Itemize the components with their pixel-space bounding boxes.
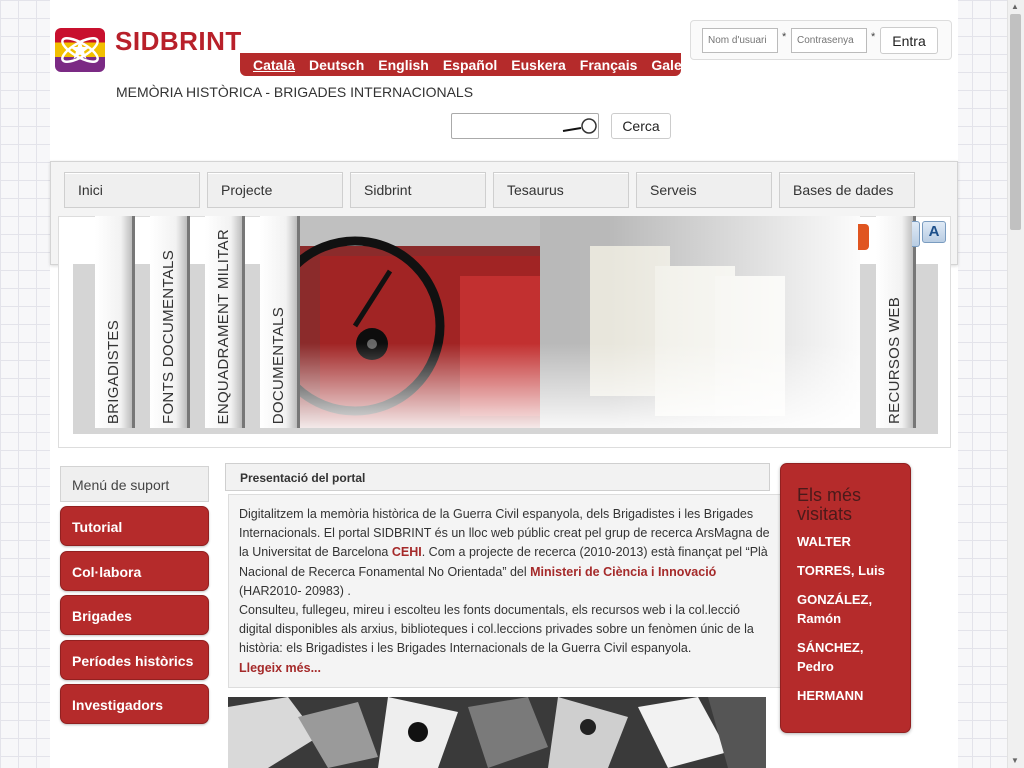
banner-photo — [300, 216, 860, 428]
tab-inici[interactable]: Inici — [64, 172, 200, 208]
most-visited-title: Els més visitats — [797, 485, 862, 524]
sidbrint-logo[interactable] — [55, 28, 105, 72]
banner-tab-documentals[interactable]: DOCUMENTALS — [260, 216, 300, 428]
cehi-link[interactable]: CEHI — [392, 545, 422, 559]
most-visited-panel: Els més visitats WALTER TORRES, Luis GON… — [780, 463, 911, 733]
site-subtitle: MEMÒRIA HISTÒRICA - BRIGADES INTERNACION… — [116, 84, 474, 100]
scroll-up-icon[interactable]: ▲ — [1011, 2, 1019, 11]
menu-item-brigades[interactable]: Brigades — [60, 595, 209, 635]
font-size-increase-icon[interactable]: A — [922, 221, 946, 243]
banner-tab-fonts-documentals[interactable]: FONTS DOCUMENTALS — [150, 216, 190, 428]
intro-text: (HAR2010- 20983) . — [239, 583, 351, 598]
scrollbar-thumb[interactable] — [1010, 14, 1021, 230]
rss-icon[interactable] — [858, 224, 869, 250]
most-visited-item[interactable]: SÁNCHEZ, Pedro — [797, 638, 910, 676]
tab-sidbrint[interactable]: Sidbrint — [350, 172, 486, 208]
lang-espanol[interactable]: Español — [443, 57, 497, 73]
most-visited-item[interactable]: GONZÁLEZ, Ramón — [797, 590, 910, 628]
atom-star-icon — [61, 37, 99, 63]
most-visited-item[interactable]: HERMANN — [797, 686, 910, 705]
required-mark: * — [871, 31, 876, 43]
menu-item-periodes-historics[interactable]: Períodes històrics — [60, 640, 209, 680]
username-field[interactable] — [702, 28, 778, 53]
lang-euskera[interactable]: Euskera — [511, 57, 565, 73]
lang-deutsch[interactable]: Deutsch — [309, 57, 364, 73]
banner-tab-label: FONTS DOCUMENTALS — [160, 250, 177, 424]
banner-tab-enquadrament-militar[interactable]: ENQUADRAMENT MILITAR — [205, 216, 245, 428]
banner-tab-label: DOCUMENTALS — [270, 306, 287, 424]
lang-catala[interactable]: Català — [253, 57, 295, 73]
site-title[interactable]: SIDBRINT — [115, 26, 242, 57]
menu-item-collabora[interactable]: Col·labora — [60, 551, 209, 591]
lang-francais[interactable]: Français — [580, 57, 638, 73]
banner-tab-label: RECURSOS WEB — [886, 297, 903, 424]
banner-tab-label: ENQUADRAMENT MILITAR — [215, 228, 232, 424]
language-bar: Català Deutsch English Español Euskera F… — [240, 53, 699, 76]
font-size-decrease-icon[interactable] — [912, 221, 920, 247]
menu-item-investigadors[interactable]: Investigadors — [60, 684, 209, 724]
login-button[interactable]: Entra — [880, 27, 938, 54]
tab-bases-de-dades[interactable]: Bases de dades — [779, 172, 915, 208]
tab-projecte[interactable]: Projecte — [207, 172, 343, 208]
ministeri-link[interactable]: Ministeri de Ciència i Innovació — [530, 565, 716, 579]
banner-tab-recursos-web[interactable]: RECURSOS WEB — [876, 216, 916, 428]
most-visited-item[interactable]: TORRES, Luis — [797, 561, 910, 580]
required-mark: * — [782, 31, 787, 43]
most-visited-item[interactable]: WALTER — [797, 532, 910, 551]
lang-english[interactable]: English — [378, 57, 429, 73]
scroll-down-icon[interactable]: ▼ — [1011, 756, 1019, 765]
tab-serveis[interactable]: Serveis — [636, 172, 772, 208]
intro-text: Consulteu, fullegeu, mireu i escolteu le… — [239, 603, 754, 656]
banner-tab-brigadistes[interactable]: BRIGADISTES — [95, 216, 135, 428]
tab-tesaurus[interactable]: Tesaurus — [493, 172, 629, 208]
search-icon[interactable] — [561, 116, 599, 136]
search-button[interactable]: Cerca — [611, 113, 671, 139]
password-field[interactable] — [791, 28, 867, 53]
support-menu-header: Menú de suport — [60, 466, 209, 502]
menu-item-tutorial[interactable]: Tutorial — [60, 506, 209, 546]
presentation-header: Presentació del portal — [225, 463, 770, 491]
read-more-link[interactable]: Llegeix més... — [239, 661, 321, 675]
guernica-image[interactable] — [228, 697, 766, 768]
presentation-text: Digitalitzem la memòria històrica de la … — [228, 494, 784, 688]
banner-tab-label: BRIGADISTES — [105, 319, 122, 424]
login-box: * * Entra — [690, 20, 952, 60]
